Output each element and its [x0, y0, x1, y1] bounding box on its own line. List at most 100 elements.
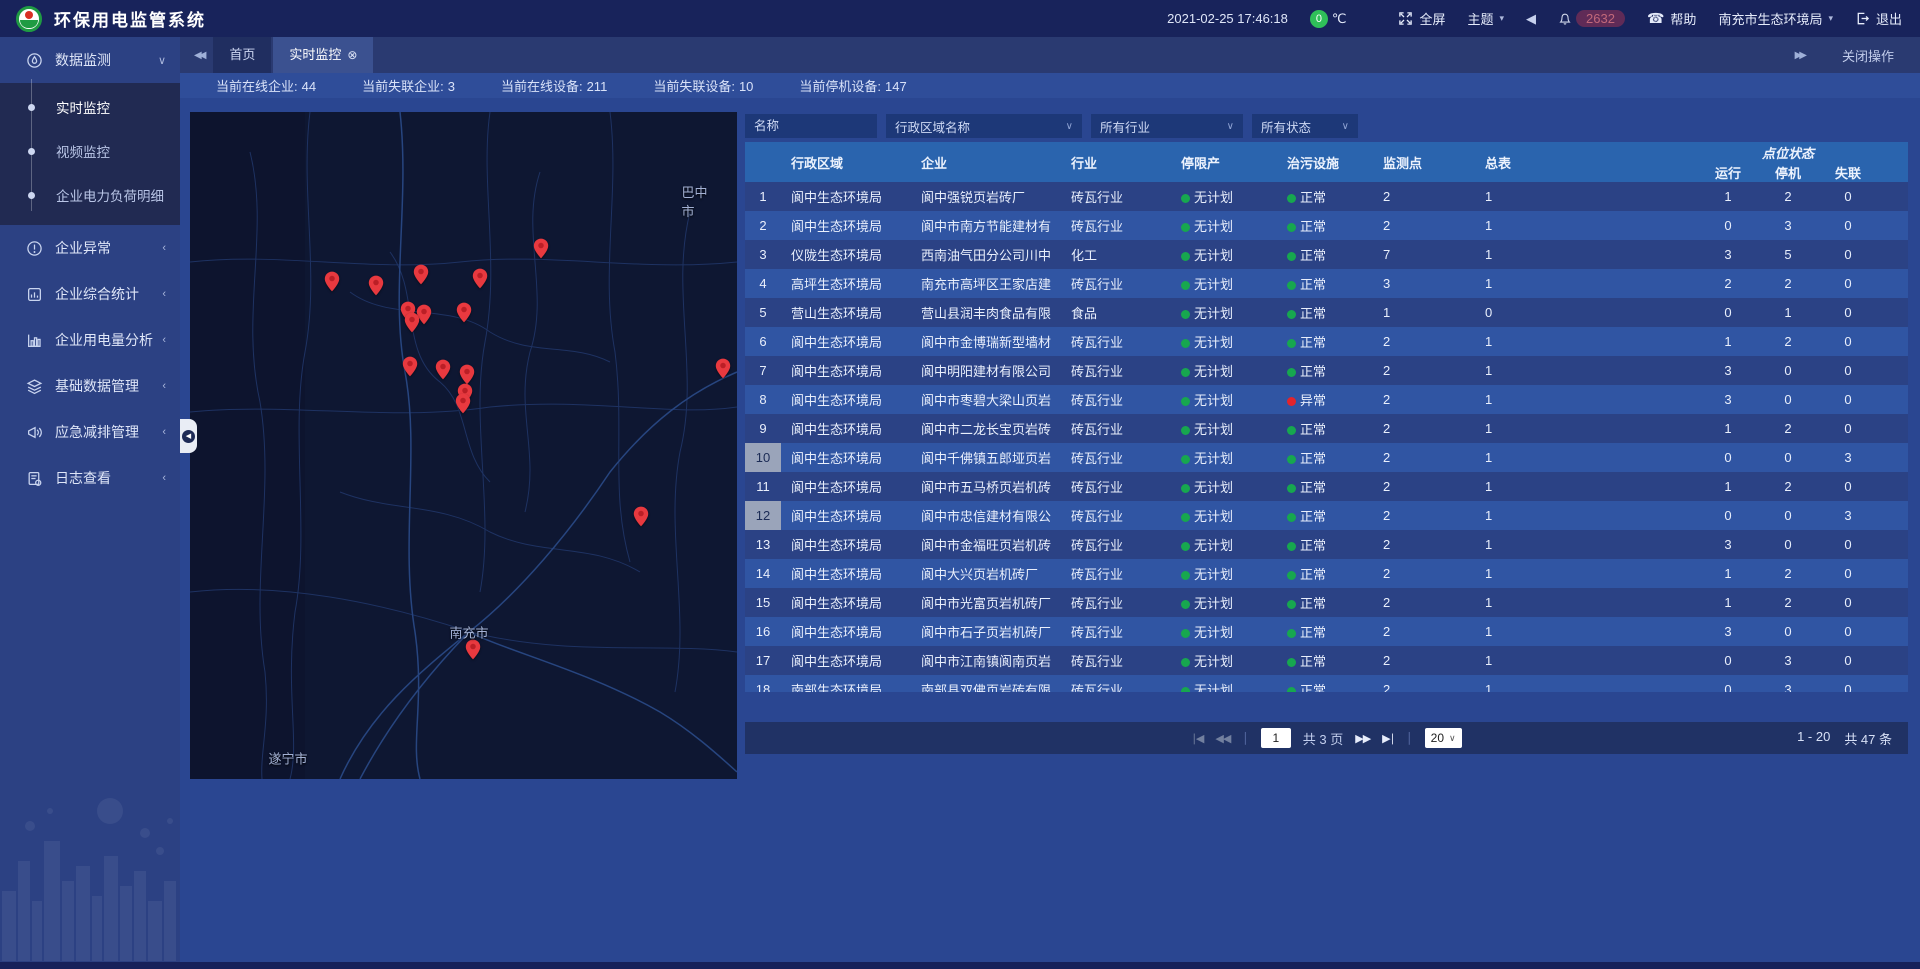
sidebar-item[interactable]: 应急减排管理‹ [0, 409, 180, 455]
cell-total-meters: 1 [1475, 624, 1698, 639]
col-run: 运行 [1698, 163, 1758, 182]
table-row[interactable]: 6 阆中生态环境局 阆中市金博瑞新型墙材 砖瓦行业 无计划 正常 2 1 1 2… [745, 327, 1908, 356]
sidebar-subitem[interactable]: 企业电力负荷明细 [0, 173, 180, 217]
next-page-button[interactable]: ▶▶ [1355, 732, 1370, 745]
tab-realtime-monitor[interactable]: 实时监控⊗ [273, 37, 373, 73]
cell-pollution-facility: 正常 [1277, 680, 1373, 692]
table-row[interactable]: 17 阆中生态环境局 阆中市江南镇阆南页岩 砖瓦行业 无计划 正常 2 1 0 … [745, 646, 1908, 675]
table-row[interactable]: 7 阆中生态环境局 阆中明阳建材有限公司 砖瓦行业 无计划 正常 2 1 3 0… [745, 356, 1908, 385]
table-row[interactable]: 3 仪陇生态环境局 西南油气田分公司川中 化工 无计划 正常 7 1 3 5 0 [745, 240, 1908, 269]
limit-status-text: 无计划 [1194, 422, 1233, 437]
table-row[interactable]: 16 阆中生态环境局 阆中市石子页岩机砖厂 砖瓦行业 无计划 正常 2 1 3 … [745, 617, 1908, 646]
notification-area[interactable]: 2632 [1558, 10, 1625, 27]
table-row[interactable]: 15 阆中生态环境局 阆中市光富页岩机砖厂 砖瓦行业 无计划 正常 2 1 1 … [745, 588, 1908, 617]
sidebar-item[interactable]: 企业用电量分析‹ [0, 317, 180, 363]
cell-stopped: 2 [1758, 479, 1818, 494]
facility-status-text: 正常 [1300, 451, 1326, 466]
map-pin[interactable] [456, 302, 472, 323]
map-pin[interactable] [324, 271, 340, 292]
cell-stopped: 3 [1758, 682, 1818, 692]
cell-industry: 砖瓦行业 [1061, 187, 1171, 206]
cell-stopped: 2 [1758, 276, 1818, 291]
industry-select[interactable]: 所有行业 ∨ [1091, 114, 1243, 138]
map-pin[interactable] [402, 356, 418, 377]
col-industry: 行业 [1061, 153, 1171, 172]
sidebar-item[interactable]: 数据监测∨ [0, 37, 180, 83]
map-pin[interactable] [455, 393, 471, 414]
status-select[interactable]: 所有状态 ∨ [1252, 114, 1358, 138]
table-row[interactable]: 5 营山生态环境局 营山县润丰肉食品有限 食品 无计划 正常 1 0 0 1 0 [745, 298, 1908, 327]
logout-button[interactable]: 退出 [1855, 9, 1902, 28]
chevron-down-icon: ∨ [1449, 733, 1456, 744]
table-row[interactable]: 12 阆中生态环境局 阆中市忠信建材有限公 砖瓦行业 无计划 正常 2 1 0 … [745, 501, 1908, 530]
map-pin[interactable] [368, 275, 384, 296]
map-panel[interactable]: 巴中市南充市遂宁市 [190, 112, 737, 779]
map-pin[interactable] [435, 359, 451, 380]
mute-button[interactable]: ◀ [1526, 11, 1536, 27]
sidebar-item-label: 企业用电量分析 [55, 330, 153, 350]
user-org-dropdown[interactable]: 南充市生态环境局 ▾ [1718, 9, 1833, 28]
table-row[interactable]: 18 南部生态环境局 南部县双佛页岩砖有限 砖瓦行业 无计划 正常 2 1 0 … [745, 675, 1908, 692]
status-dot-icon [1287, 687, 1296, 692]
tab-close-icon[interactable]: ⊗ [347, 48, 357, 62]
table-row[interactable]: 8 阆中生态环境局 阆中市枣碧大梁山页岩 砖瓦行业 无计划 异常 2 1 3 0… [745, 385, 1908, 414]
page-size-select[interactable]: 20 ∨ [1425, 728, 1462, 748]
name-search-input[interactable] [745, 114, 877, 138]
help-button[interactable]: ☎ 帮助 [1647, 9, 1696, 28]
cell-total-meters: 1 [1475, 392, 1698, 407]
cell-region: 阆中生态环境局 [781, 535, 911, 554]
row-index: 2 [745, 211, 781, 240]
last-page-button[interactable]: ▶∣ [1382, 732, 1394, 745]
separator: ∣ [1242, 730, 1249, 746]
map-pin[interactable] [413, 264, 429, 285]
cell-limit-production: 无计划 [1171, 564, 1277, 583]
cell-disconnected: 0 [1818, 363, 1878, 378]
table-body: 1 阆中生态环境局 阆中强锐页岩砖厂 砖瓦行业 无计划 正常 2 1 1 2 0… [745, 182, 1908, 692]
chevron-left-icon: ‹ [162, 380, 166, 392]
sidebar-subitem[interactable]: 视频监控 [0, 129, 180, 173]
sidebar-subitem[interactable]: 实时监控 [0, 85, 180, 129]
limit-status-text: 无计划 [1194, 596, 1233, 611]
theme-dropdown[interactable]: 主题 ▾ [1468, 9, 1505, 28]
close-operations-button[interactable]: 关闭操作 [1842, 46, 1894, 65]
sidebar-item[interactable]: 日志查看‹ [0, 455, 180, 501]
status-dot-icon [1287, 368, 1296, 377]
row-index: 4 [745, 269, 781, 298]
table-row[interactable]: 14 阆中生态环境局 阆中大兴页岩机砖厂 砖瓦行业 无计划 正常 2 1 1 2… [745, 559, 1908, 588]
map-pin[interactable] [459, 364, 475, 385]
table-row[interactable]: 9 阆中生态环境局 阆中市二龙长宝页岩砖 砖瓦行业 无计划 正常 2 1 1 2… [745, 414, 1908, 443]
sidebar-item[interactable]: 基础数据管理 ‹ [0, 363, 180, 409]
prev-page-button[interactable]: ◀◀ [1215, 732, 1230, 745]
tab-scroll-left-button[interactable]: ◀◀ [180, 50, 213, 61]
cell-running: 3 [1698, 247, 1758, 262]
row-index: 16 [745, 617, 781, 646]
map-pin[interactable] [404, 312, 420, 333]
sidebar-item-label: 基础数据管理 [55, 376, 139, 396]
table-row[interactable]: 2 阆中生态环境局 阆中市南方节能建材有 砖瓦行业 无计划 正常 2 1 0 3… [745, 211, 1908, 240]
tab-scroll-right-button[interactable]: ▶▶ [1781, 50, 1814, 61]
table-row[interactable]: 1 阆中生态环境局 阆中强锐页岩砖厂 砖瓦行业 无计划 正常 2 1 1 2 0 [745, 182, 1908, 211]
map-pin[interactable] [533, 238, 549, 259]
page-number-input[interactable] [1261, 728, 1291, 748]
table-row[interactable]: 11 阆中生态环境局 阆中市五马桥页岩机砖 砖瓦行业 无计划 正常 2 1 1 … [745, 472, 1908, 501]
map-pin[interactable] [633, 506, 649, 527]
cell-region: 阆中生态环境局 [781, 419, 911, 438]
region-select[interactable]: 行政区域名称 ∨ [886, 114, 1082, 138]
sidebar-item[interactable]: 企业综合统计‹ [0, 271, 180, 317]
sidebar-item[interactable]: 企业异常‹ [0, 225, 180, 271]
cell-company: 阆中市枣碧大梁山页岩 [911, 390, 1061, 409]
table-row[interactable]: 4 高坪生态环境局 南充市高坪区王家店建 砖瓦行业 无计划 正常 3 1 2 2… [745, 269, 1908, 298]
fullscreen-button[interactable]: 全屏 [1398, 9, 1445, 28]
map-pin[interactable] [465, 639, 481, 660]
table-row[interactable]: 10 阆中生态环境局 阆中千佛镇五郎垭页岩 砖瓦行业 无计划 正常 2 1 0 … [745, 443, 1908, 472]
first-page-button[interactable]: ∣◀ [1191, 732, 1203, 745]
cell-region: 仪陇生态环境局 [781, 245, 911, 264]
map-pin[interactable] [472, 268, 488, 289]
cell-monitor-points: 2 [1373, 566, 1475, 581]
tab-home[interactable]: 首页 [213, 37, 271, 73]
page-size-value: 20 [1431, 731, 1444, 745]
map-pin[interactable] [715, 358, 731, 379]
table-row[interactable]: 13 阆中生态环境局 阆中市金福旺页岩机砖 砖瓦行业 无计划 正常 2 1 3 … [745, 530, 1908, 559]
cell-company: 营山县润丰肉食品有限 [911, 303, 1061, 322]
sidebar-collapse-button[interactable]: ◀ [180, 419, 197, 453]
